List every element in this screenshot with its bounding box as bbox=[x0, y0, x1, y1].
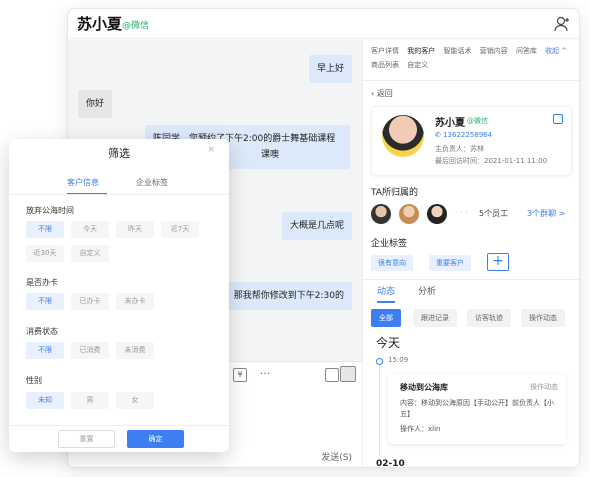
add-tag-button[interactable]: + bbox=[487, 253, 509, 271]
avatar bbox=[382, 115, 424, 157]
tab-products[interactable]: 商品列表 bbox=[371, 58, 399, 72]
filter-modal: 筛选 × 客户信息 企业标签 放弃公海时间 不限 今天 昨天 近7天 近30天 … bbox=[9, 139, 229, 452]
tag-section-title: 企业标签 bbox=[371, 239, 408, 249]
message-bubble: 早上好 bbox=[308, 55, 352, 83]
filter-operation[interactable]: 操作动态 bbox=[521, 309, 565, 327]
timeline-time: 15:09 bbox=[388, 356, 409, 364]
activity-operator: 操作人：xlin bbox=[400, 425, 441, 433]
activity-title: 移动到公海库 bbox=[400, 383, 448, 392]
filter-group-label: 性别 bbox=[26, 376, 42, 385]
staff-section-title: TA所归属的 bbox=[371, 188, 418, 198]
send-button[interactable]: 发送(S) bbox=[321, 450, 352, 463]
tab-marketing[interactable]: 营销内容 bbox=[480, 44, 508, 58]
tab-smart-script[interactable]: 智能话术 bbox=[443, 44, 471, 58]
filter-option[interactable]: 男 bbox=[71, 392, 109, 409]
filter-visitor[interactable]: 访客轨迹 bbox=[467, 309, 511, 327]
customer-name: 苏小夏 bbox=[435, 118, 465, 129]
timeline-date: 02-10 bbox=[376, 459, 405, 468]
window-header: 苏小夏 @微信 bbox=[68, 9, 579, 39]
tab-activity[interactable]: 动态 bbox=[377, 284, 395, 297]
active-tab-indicator bbox=[67, 193, 107, 194]
timeline-dot bbox=[376, 358, 383, 365]
staff-count: 5个员工 bbox=[479, 209, 509, 218]
tag-chip[interactable]: 很有意向 bbox=[371, 255, 413, 271]
activity-type: 操作动态 bbox=[530, 383, 558, 391]
filter-followup[interactable]: 跟进记录 bbox=[413, 309, 457, 327]
timeline-line bbox=[379, 366, 380, 456]
reset-button[interactable]: 重置 bbox=[58, 430, 115, 448]
active-tab-indicator bbox=[377, 301, 395, 303]
filter-option[interactable]: 未知 bbox=[26, 392, 64, 409]
tab-qa[interactable]: 问答库 bbox=[516, 44, 537, 58]
customer-card: 苏小夏 @微信 ✆ 13622258964 主负责人：苏林 最后回访时间：202… bbox=[371, 106, 572, 176]
panel-tabs: 客户详情 我的客户 智能话术 营销内容 问答库 收起 ^ 商品列表 自定义 bbox=[371, 44, 576, 72]
more-dots: · · · bbox=[455, 208, 468, 217]
screen-icon[interactable] bbox=[325, 368, 339, 382]
divider bbox=[363, 279, 579, 280]
close-icon[interactable]: × bbox=[207, 145, 215, 155]
tab-customer-info[interactable]: 客户信息 bbox=[67, 177, 99, 188]
filter-option[interactable]: 自定义 bbox=[71, 245, 109, 262]
customer-phone[interactable]: ✆ 13622258964 bbox=[435, 131, 492, 139]
activity-card: 移动到公海库 操作动态 内容：移动到公海原因【手动公开】前负责人【小五】 操作人… bbox=[388, 374, 566, 444]
filter-option[interactable]: 近30天 bbox=[26, 245, 64, 262]
money-icon[interactable]: ¥ bbox=[233, 368, 247, 382]
avatar[interactable] bbox=[399, 204, 419, 224]
contact-name: 苏小夏 bbox=[77, 15, 123, 33]
filter-group-label: 消费状态 bbox=[26, 327, 58, 336]
add-user-icon[interactable] bbox=[553, 15, 571, 33]
message-bubble: 那我帮你修改到下午2:30的 bbox=[225, 282, 352, 310]
tab-custom[interactable]: 自定义 bbox=[407, 58, 428, 72]
filter-all[interactable]: 全部 bbox=[371, 309, 401, 327]
avatar[interactable] bbox=[371, 204, 391, 224]
filter-option[interactable]: 近7天 bbox=[161, 221, 199, 238]
filter-group-label: 放弃公海时间 bbox=[26, 206, 74, 215]
filter-option[interactable]: 已办卡 bbox=[71, 293, 109, 310]
filter-option[interactable]: 不限 bbox=[26, 342, 64, 359]
filter-option[interactable]: 未办卡 bbox=[116, 293, 154, 310]
filter-option[interactable]: 不限 bbox=[26, 293, 64, 310]
phone-icon: ✆ bbox=[435, 131, 444, 139]
wechat-tag: @微信 bbox=[122, 21, 150, 31]
customer-wechat-tag: @微信 bbox=[467, 117, 488, 125]
activity-content: 内容：移动到公海原因【手动公开】前负责人【小五】 bbox=[400, 399, 554, 418]
timeline-date: 今天 bbox=[376, 336, 401, 350]
filter-option[interactable]: 女 bbox=[116, 392, 154, 409]
filter-option[interactable]: 今天 bbox=[71, 221, 109, 238]
filter-option[interactable]: 未消费 bbox=[116, 342, 154, 359]
divider bbox=[9, 194, 229, 195]
modal-title: 筛选 bbox=[108, 147, 130, 160]
more-icon[interactable]: ··· bbox=[258, 367, 272, 381]
customer-last-visit: 最后回访时间：2021-01-11 11:00 bbox=[435, 157, 548, 165]
collapse-button[interactable]: 收起 ^ bbox=[545, 44, 567, 58]
divider bbox=[363, 80, 579, 81]
message-bubble: 你好 bbox=[78, 90, 113, 118]
back-button[interactable]: ‹ 返回 bbox=[371, 88, 393, 99]
filter-option[interactable]: 已消费 bbox=[71, 342, 109, 359]
tab-analysis[interactable]: 分析 bbox=[418, 284, 436, 297]
filter-option[interactable]: 昨天 bbox=[116, 221, 154, 238]
message-bubble: 大概是几点呢 bbox=[281, 212, 352, 240]
group-chat-link[interactable]: 3个群聊 > bbox=[527, 208, 565, 219]
filter-group-label: 是否办卡 bbox=[26, 278, 58, 287]
edit-icon[interactable] bbox=[553, 114, 563, 124]
customer-panel: 客户详情 我的客户 智能话术 营销内容 问答库 收起 ^ 商品列表 自定义 ‹ … bbox=[362, 40, 579, 468]
confirm-button[interactable]: 确定 bbox=[127, 430, 184, 448]
tab-customer-detail[interactable]: 客户详情 bbox=[371, 44, 399, 58]
sidebar-toggle-icon[interactable] bbox=[340, 366, 356, 382]
tag-chip[interactable]: 重要客户 bbox=[429, 255, 471, 271]
tab-my-customers[interactable]: 我的客户 bbox=[407, 44, 435, 58]
customer-owner: 主负责人：苏林 bbox=[435, 145, 484, 153]
avatar[interactable] bbox=[427, 204, 447, 224]
divider bbox=[9, 425, 229, 426]
filter-option[interactable]: 不限 bbox=[26, 221, 64, 238]
tab-enterprise-tags[interactable]: 企业标签 bbox=[136, 177, 168, 188]
